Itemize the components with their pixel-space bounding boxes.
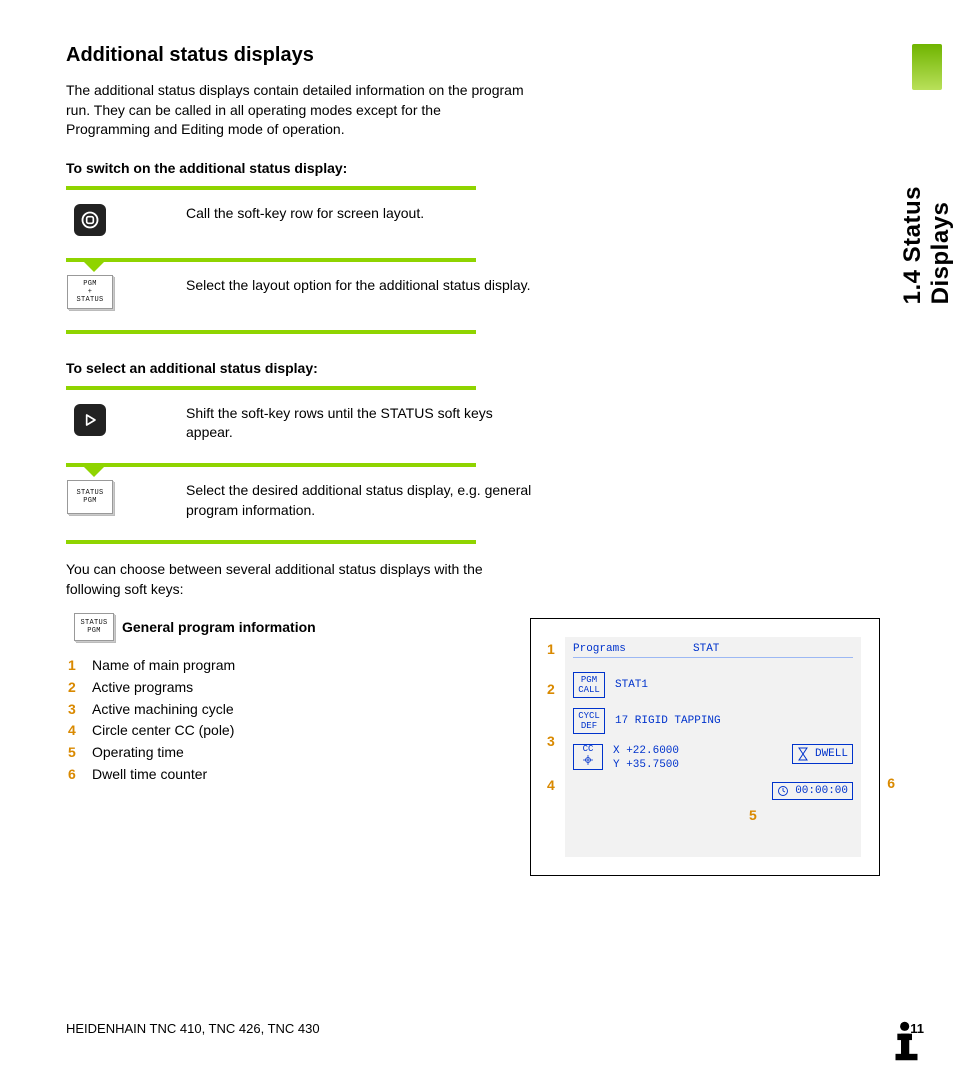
footer-product: HEIDENHAIN TNC 410, TNC 426, TNC 430 <box>66 1021 320 1036</box>
softkey-line: STATUS <box>76 296 103 304</box>
softkey-line: PGM <box>83 280 97 288</box>
section-tab: 1.4 Status Displays <box>910 44 944 304</box>
after-paragraph: You can choose between several additiona… <box>66 560 526 599</box>
list-number: 1 <box>68 655 82 677</box>
intro-paragraph: The additional status displays contain d… <box>66 81 526 140</box>
callout-3: 3 <box>547 733 555 749</box>
shift-key-icon <box>74 404 106 436</box>
clock-icon <box>777 785 789 797</box>
callout-1: 1 <box>547 641 555 657</box>
dwell-box: DWELL <box>792 744 853 764</box>
step-row: PGM + STATUS Select the layout option fo… <box>66 270 536 320</box>
panel-content: Programs STAT PGM CALL STAT1 CYCL DEF 17… <box>565 637 861 857</box>
list-number: 5 <box>68 742 82 764</box>
tab-color-block <box>912 44 942 90</box>
switch-on-subhead: To switch on the additional status displ… <box>66 160 924 176</box>
step-text: Select the layout option for the additio… <box>126 274 536 296</box>
box-line: DEF <box>574 721 604 731</box>
callout-2: 2 <box>547 681 555 697</box>
cc-row: CC X +22.6000 Y +35.7500 DWELL <box>573 744 853 772</box>
status-panel-figure: 1 2 3 4 5 6 Programs STAT PGM CALL STAT1… <box>530 618 880 876</box>
softkey-line: + <box>88 288 93 296</box>
hourglass-icon <box>797 747 809 761</box>
list-number: 4 <box>68 720 82 742</box>
list-number: 6 <box>68 764 82 786</box>
list-text: Name of main program <box>92 655 235 677</box>
pgm-status-softkey-icon: PGM + STATUS <box>67 275 113 309</box>
panel-title-left: Programs <box>573 643 693 655</box>
panel-title-right: STAT <box>693 643 719 655</box>
separator-arrow <box>66 463 476 467</box>
list-text: Active machining cycle <box>92 699 234 721</box>
separator <box>66 540 476 544</box>
step-row: Call the soft-key row for screen layout. <box>66 198 536 248</box>
separator-arrow <box>66 258 476 262</box>
separator <box>66 330 476 334</box>
time-value: 00:00:00 <box>795 785 848 797</box>
list-text: Circle center CC (pole) <box>92 720 234 742</box>
list-number: 2 <box>68 677 82 699</box>
cc-coords: X +22.6000 Y +35.7500 <box>613 744 679 772</box>
callout-5: 5 <box>749 807 757 823</box>
box-line: CALL <box>574 685 604 695</box>
select-subhead: To select an additional status display: <box>66 360 924 376</box>
list-text: Operating time <box>92 742 184 764</box>
status-pgm-softkey-icon: STATUS PGM <box>74 613 114 641</box>
page-footer: HEIDENHAIN TNC 410, TNC 426, TNC 430 11 <box>66 1021 924 1036</box>
dwell-label: DWELL <box>815 748 848 760</box>
list-text: Dwell time counter <box>92 764 207 786</box>
cycl-value: 17 RIGID TAPPING <box>615 715 721 727</box>
separator <box>66 186 476 190</box>
info-icon <box>890 1019 934 1063</box>
step-text: Select the desired additional status dis… <box>126 479 536 520</box>
page-heading: Additional status displays <box>66 44 924 67</box>
time-box: 00:00:00 <box>772 782 853 800</box>
box-line: CYCL <box>574 711 604 721</box>
cc-label: CC <box>583 744 594 754</box>
cc-x: X +22.6000 <box>613 744 679 758</box>
box-line: PGM <box>574 675 604 685</box>
step-row: Shift the soft-key rows until the STATUS… <box>66 398 536 453</box>
section-tab-label: 1.4 Status Displays <box>899 96 954 304</box>
cc-y: Y +35.7500 <box>613 758 679 772</box>
separator <box>66 386 476 390</box>
softkey-line: PGM <box>87 627 101 635</box>
callout-6: 6 <box>887 775 895 791</box>
list-number: 3 <box>68 699 82 721</box>
step-text: Call the soft-key row for screen layout. <box>126 202 536 224</box>
cycl-def-row: CYCL DEF 17 RIGID TAPPING <box>573 708 853 734</box>
cc-box: CC <box>573 744 603 770</box>
list-text: Active programs <box>92 677 193 699</box>
pgm-call-value: STAT1 <box>615 679 648 691</box>
softkey-line: STATUS <box>76 489 103 497</box>
pgm-call-row: PGM CALL STAT1 <box>573 672 853 698</box>
cycl-def-box: CYCL DEF <box>573 708 605 734</box>
panel-title-row: Programs STAT <box>573 643 853 658</box>
pgm-call-box: PGM CALL <box>573 672 605 698</box>
softkey-line: PGM <box>83 497 97 505</box>
gpi-label: General program information <box>122 619 316 635</box>
status-pgm-softkey-icon: STATUS PGM <box>67 480 113 514</box>
time-row: 00:00:00 <box>573 782 853 800</box>
softkey-line: STATUS <box>80 619 107 627</box>
screen-layout-key-icon <box>74 204 106 236</box>
crosshair-icon <box>582 754 594 766</box>
step-row: STATUS PGM Select the desired additional… <box>66 475 536 530</box>
step-text: Shift the soft-key rows until the STATUS… <box>126 402 536 443</box>
callout-4: 4 <box>547 777 555 793</box>
